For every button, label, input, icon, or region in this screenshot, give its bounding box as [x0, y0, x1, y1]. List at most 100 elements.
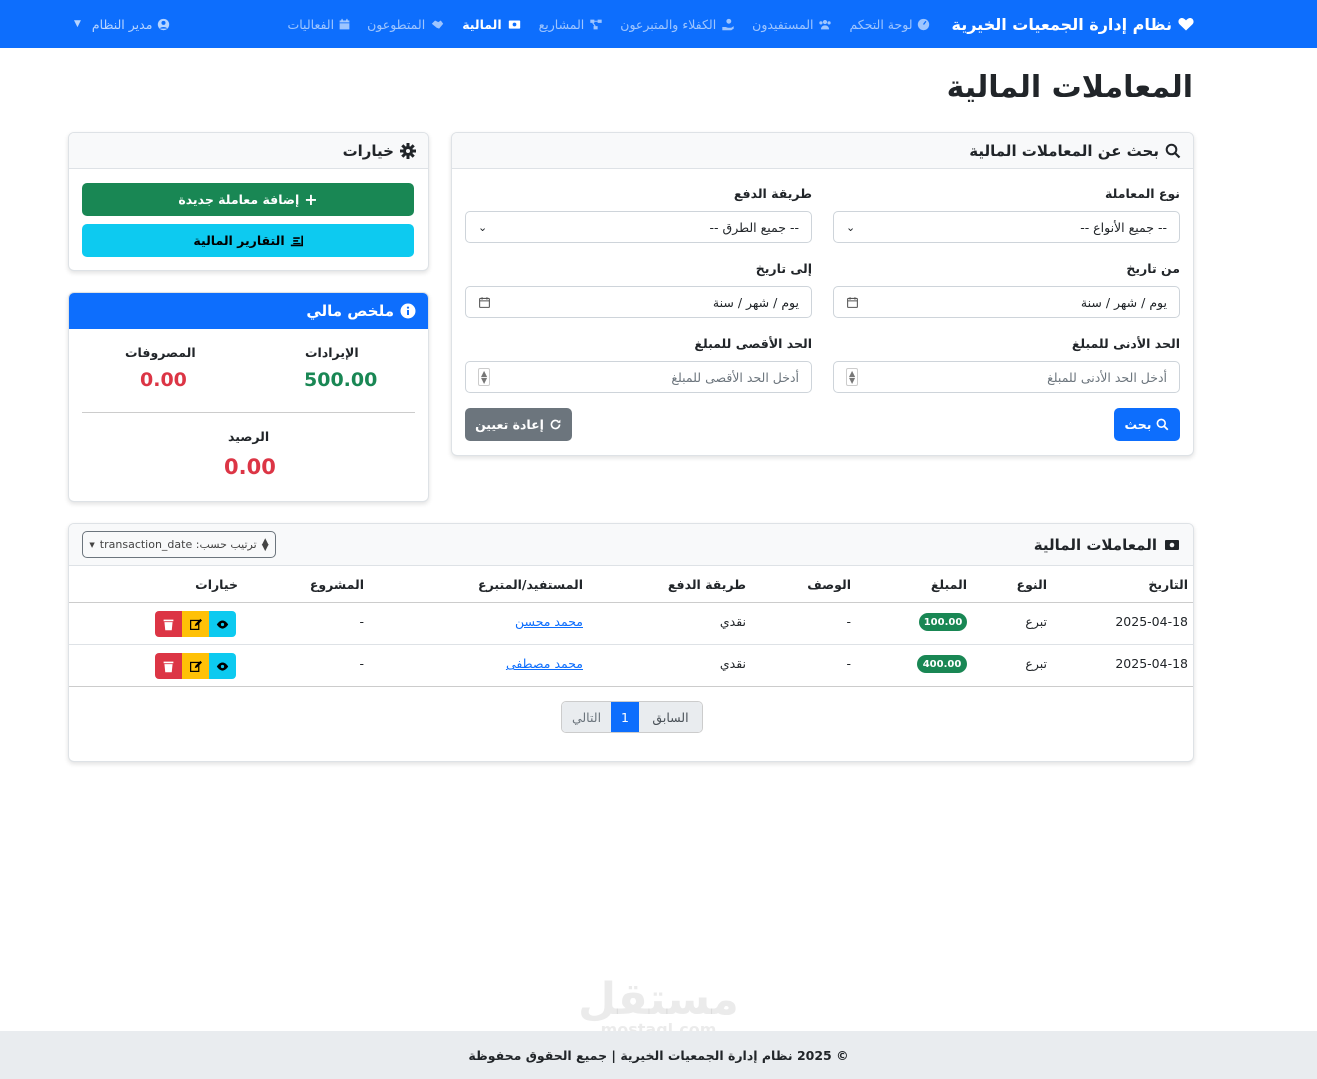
- cell-project: -: [359, 656, 364, 671]
- search-card-header: بحث عن المعاملات المالية: [452, 133, 1193, 169]
- search-card-title: بحث عن المعاملات المالية: [969, 141, 1159, 160]
- from-date-label: من تاريخ: [1126, 261, 1180, 276]
- watermark-logo: مستقل mostaql.com: [578, 978, 739, 1038]
- person-link[interactable]: محمد مصطفى: [506, 656, 583, 671]
- max-amount-input[interactable]: أدخل الحد الأقصى للمبلغ ▲ ▼: [465, 361, 812, 393]
- cell-payment-method: نقدي: [719, 614, 746, 629]
- summary-card: ملخص مالي الإيرادات 500.00 المصروفات 0.0…: [68, 292, 429, 502]
- heart-icon: [1178, 17, 1194, 31]
- header-actions: خيارات: [195, 577, 238, 592]
- add-transaction-button[interactable]: + إضافة معاملة جديدة: [82, 183, 414, 216]
- header-person: المستفيد/المتبرع: [478, 577, 583, 592]
- pagination-current[interactable]: 1: [611, 702, 639, 732]
- nav-dashboard-label: لوحة التحكم: [849, 16, 913, 32]
- from-date-input[interactable]: يوم / شهر / سنة: [833, 286, 1180, 318]
- nav-volunteers[interactable]: المتطوعون: [367, 17, 446, 32]
- calendar-icon[interactable]: [846, 296, 859, 309]
- search-icon: [1165, 143, 1181, 158]
- brand[interactable]: نظام إدارة الجمعيات الخيرية: [952, 15, 1195, 34]
- table-row: 2025-04-18 تبرع 100.00 - نقدي محمد محسن …: [69, 603, 1193, 645]
- caret-down-icon: ▼: [74, 19, 81, 29]
- edit-button[interactable]: [182, 653, 209, 679]
- pagination-prev[interactable]: السابق: [639, 702, 702, 732]
- pagination: السابق 1 التالي: [561, 701, 703, 733]
- amount-badge: 100.00: [919, 613, 967, 631]
- money-bill-icon: [508, 19, 520, 29]
- from-date-placeholder: يوم / شهر / سنة: [1080, 294, 1167, 310]
- user-name: مدير النظام: [91, 16, 153, 32]
- nav-dashboard[interactable]: لوحة التحكم: [849, 17, 929, 32]
- page-title: المعاملات المالية: [946, 70, 1193, 105]
- reset-button[interactable]: إعادة تعيين: [465, 408, 572, 441]
- delete-button[interactable]: [155, 653, 182, 679]
- project-diagram-icon: [590, 19, 602, 29]
- header-description: الوصف: [807, 577, 851, 592]
- search-button[interactable]: بحث: [1114, 408, 1180, 441]
- max-amount-placeholder: أدخل الحد الأقصى للمبلغ: [671, 369, 799, 385]
- cell-type: تبرع: [1025, 614, 1047, 629]
- cell-date: 2025-04-18: [1115, 656, 1188, 671]
- nav-sponsors-label: الكفلاء والمتبرعون: [620, 16, 717, 32]
- spinner-icon[interactable]: ▲ ▼: [846, 368, 859, 386]
- nav-events-label: الفعاليات: [287, 16, 335, 32]
- method-select[interactable]: -- جميع الطرق -- ⌄: [465, 211, 812, 243]
- edit-icon: [190, 660, 202, 672]
- edit-button[interactable]: [182, 611, 209, 637]
- spinner-icon[interactable]: ▲ ▼: [478, 368, 491, 386]
- cell-type: تبرع: [1025, 656, 1047, 671]
- search-card: بحث عن المعاملات المالية نوع المعاملة --…: [451, 132, 1194, 456]
- transactions-card: المعاملات المالية ▲ ▼ ترتيب حسب: transact…: [68, 523, 1194, 762]
- min-amount-input[interactable]: أدخل الحد الأدنى للمبلغ ▲ ▼: [833, 361, 1180, 393]
- nav-sponsors[interactable]: الكفلاء والمتبرعون: [620, 17, 736, 32]
- to-date-input[interactable]: يوم / شهر / سنة: [465, 286, 812, 318]
- to-date-label: إلى تاريخ: [755, 261, 812, 276]
- gear-icon: [400, 142, 416, 159]
- header-payment-method: طريقة الدفع: [667, 577, 746, 592]
- method-select-value: -- جميع الطرق --: [709, 219, 799, 235]
- user-menu[interactable]: مدير النظام ▼: [74, 0, 170, 48]
- header-amount: المبلغ: [930, 577, 967, 592]
- summary-divider: [82, 412, 415, 413]
- financial-reports-button[interactable]: التقارير المالية: [82, 224, 414, 257]
- sort-dropdown[interactable]: ▲ ▼ ترتيب حسب: transaction_date ▼: [82, 531, 276, 558]
- calendar-icon[interactable]: [478, 296, 491, 309]
- pagination-next[interactable]: التالي: [562, 702, 611, 732]
- view-button[interactable]: [209, 611, 236, 637]
- nav-projects[interactable]: المشاريع: [539, 17, 605, 32]
- chevron-down-icon: ⌄: [478, 220, 488, 234]
- nav-volunteers-label: المتطوعون: [367, 16, 426, 32]
- search-icon: [1157, 418, 1169, 431]
- sort-label: ترتيب حسب: transaction_date: [99, 538, 257, 551]
- user-circle-icon: [158, 18, 170, 30]
- min-amount-placeholder: أدخل الحد الأدنى للمبلغ: [1047, 369, 1167, 385]
- summary-card-title: ملخص مالي: [306, 302, 394, 320]
- financial-reports-label: التقارير المالية: [193, 233, 285, 248]
- summary-card-header: ملخص مالي: [69, 293, 428, 329]
- eye-icon: [216, 619, 229, 629]
- min-amount-label: الحد الأدنى للمبلغ: [1071, 336, 1180, 351]
- person-link[interactable]: محمد محسن: [515, 614, 583, 629]
- redo-icon: [550, 419, 561, 430]
- options-card-header: خيارات: [69, 133, 428, 169]
- nav-finance[interactable]: المالية: [462, 17, 522, 32]
- delete-button[interactable]: [155, 611, 182, 637]
- cell-date: 2025-04-18: [1115, 614, 1188, 629]
- revenue-value: 500.00: [304, 369, 378, 391]
- footer: © 2025 نظام إدارة الجمعيات الخيرية | جمي…: [0, 1031, 1317, 1079]
- nav-beneficiaries[interactable]: المستفيدون: [752, 17, 833, 32]
- view-button[interactable]: [209, 653, 236, 679]
- nav-finance-label: المالية: [462, 16, 502, 32]
- footer-text: © 2025 نظام إدارة الجمعيات الخيرية | جمي…: [468, 1047, 849, 1063]
- amount-badge: 400.00: [917, 655, 967, 673]
- edit-icon: [190, 618, 202, 630]
- balance-label: الرصيد: [228, 429, 270, 444]
- users-icon: [819, 19, 832, 29]
- nav-events[interactable]: الفعاليات: [287, 17, 351, 32]
- options-card: خيارات + إضافة معاملة جديدة التقارير الم…: [68, 132, 429, 271]
- type-select[interactable]: -- جميع الأنواع -- ⌄: [833, 211, 1180, 243]
- expenses-label: المصروفات: [125, 345, 196, 360]
- to-date-placeholder: يوم / شهر / سنة: [712, 294, 799, 310]
- type-label: نوع المعاملة: [1105, 186, 1180, 201]
- chart-bar-icon: [290, 235, 303, 247]
- watermark-ar: مستقل: [578, 974, 739, 1025]
